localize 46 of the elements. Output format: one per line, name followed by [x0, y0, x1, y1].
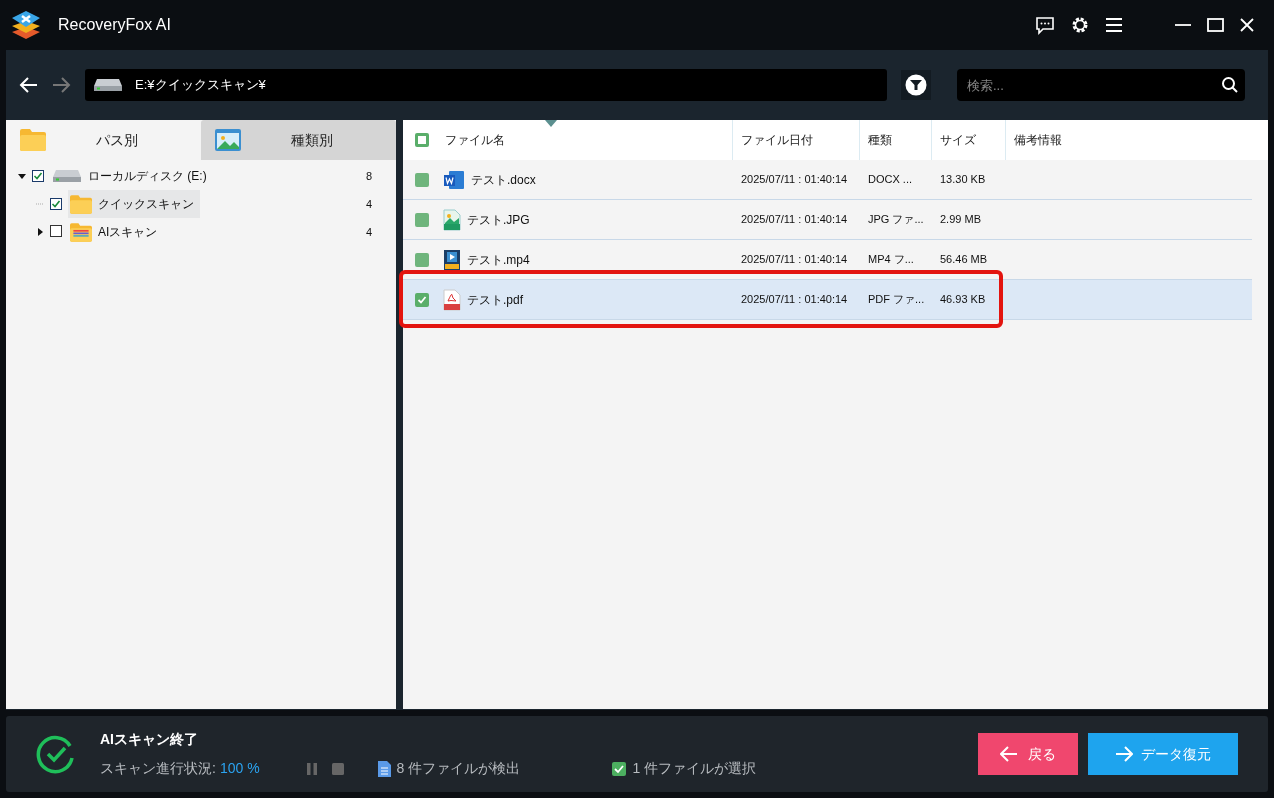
- file-name: テスト.mp4: [467, 251, 530, 269]
- file-type: PDF ファ...: [867, 292, 926, 308]
- file-count: 8: [365, 168, 372, 184]
- tree-item[interactable]: ローカルディスク (E:): [50, 162, 213, 190]
- found-count: 8: [396, 759, 405, 778]
- path-field[interactable]: E:¥クイックスキャン¥: [85, 69, 887, 101]
- file-date: 2025/07/11 : 01:40:14: [740, 212, 849, 228]
- found-label: 件ファイルが検出: [408, 759, 521, 778]
- column-header[interactable]: 種類: [860, 120, 932, 160]
- file-row[interactable]: テスト.pdf 2025/07/11 : 01:40:14 PDF ファ... 46.93 KB: [403, 280, 1252, 320]
- file-size: 2.99 MB: [939, 212, 982, 228]
- file-row[interactable]: テスト.docx 2025/07/11 : 01:40:14 DOCX ... 13.30 KB: [403, 160, 1252, 200]
- column-header[interactable]: ファイル日付: [733, 120, 860, 160]
- selected-label: 件ファイルが選択: [644, 759, 757, 778]
- progress-value: 100 %: [219, 759, 260, 778]
- tab[interactable]: 種類別: [201, 120, 396, 160]
- tree-item-label: AIスキャン: [98, 224, 159, 241]
- file-count: 4: [365, 224, 372, 240]
- tree-item[interactable]: AIスキャン: [68, 218, 164, 246]
- window-title: RecoveryFox AI: [58, 15, 171, 35]
- file-row[interactable]: テスト.JPG 2025/07/11 : 01:40:14 JPG ファ... 2.99 MB: [403, 200, 1252, 240]
- file-date: 2025/07/11 : 01:40:14: [740, 252, 849, 268]
- file-name: テスト.docx: [471, 171, 536, 189]
- tree-item[interactable]: クイックスキャン: [68, 190, 200, 218]
- file-size: 46.93 KB: [939, 292, 987, 308]
- back-button[interactable]: 戻る: [978, 733, 1078, 775]
- column-header[interactable]: ファイル名: [437, 120, 733, 160]
- file-type: JPG ファ...: [867, 212, 925, 228]
- scan-status-title: AIスキャン終了: [100, 730, 199, 749]
- file-size: 56.46 MB: [939, 252, 989, 268]
- file-name: テスト.JPG: [467, 211, 530, 229]
- column-header[interactable]: 備考情報: [1006, 120, 1268, 160]
- file-type: MP4 フ...: [867, 252, 915, 268]
- file-size: 13.30 KB: [939, 172, 987, 188]
- file-type: DOCX ...: [867, 172, 913, 188]
- progress-label: スキャン進行状況:: [100, 759, 216, 778]
- file-date: 2025/07/11 : 01:40:14: [740, 292, 849, 308]
- file-count: 4: [365, 196, 372, 212]
- tree-item-label: ローカルディスク (E:): [88, 168, 208, 185]
- file-name: テスト.pdf: [467, 291, 523, 309]
- selected-count: 1: [632, 759, 641, 778]
- search-field[interactable]: 検索...: [957, 69, 1215, 101]
- file-date: 2025/07/11 : 01:40:14: [740, 172, 849, 188]
- column-header[interactable]: サイズ: [932, 120, 1006, 160]
- tree-item-label: クイックスキャン: [98, 196, 195, 213]
- path-text: E:¥クイックスキャン¥: [135, 76, 266, 95]
